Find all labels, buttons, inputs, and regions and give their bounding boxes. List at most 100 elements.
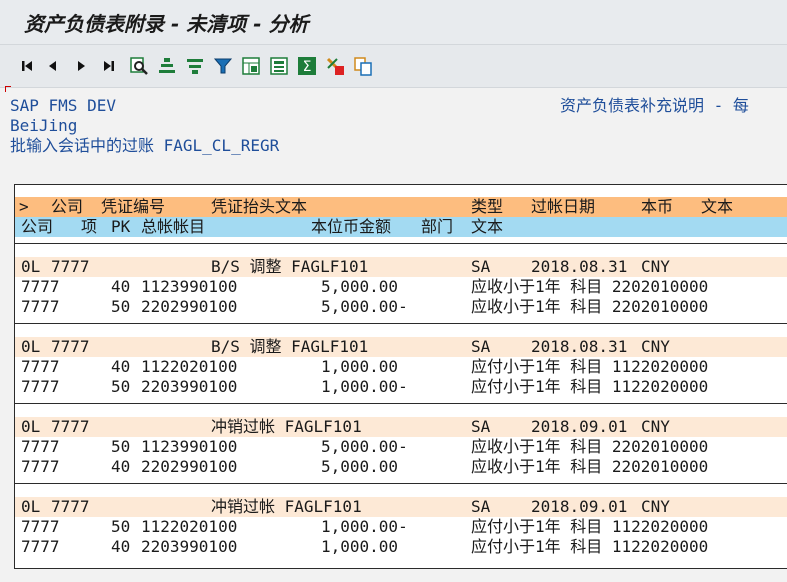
gl-account: 2203990100 [141, 537, 238, 556]
gl-account: 2202990100 [141, 457, 238, 476]
ledger: 0L [21, 497, 41, 516]
last-page-icon [104, 61, 114, 71]
posting-date: 2018.08.31 [531, 257, 628, 276]
currency: CNY [641, 337, 670, 356]
line-company: 7777 [21, 297, 60, 316]
header-text: B/S 调整 FAGLF101 [211, 337, 369, 356]
window-title: 资产负债表附录 - 未清项 - 分析 [24, 12, 309, 36]
sort-ascending-icon [159, 58, 175, 73]
select-layout-button[interactable] [240, 55, 262, 77]
gl-account: 1122020100 [141, 517, 238, 536]
ledger: 0L [21, 417, 41, 436]
ledger: 0L [21, 257, 41, 276]
line-company: 7777 [21, 517, 60, 536]
line-text: 应付小于1年 科目 1122020000 [471, 377, 709, 396]
col-gl-account: 总帐帐目 [141, 217, 206, 236]
corner-marker [5, 86, 11, 92]
last-page-button[interactable] [98, 55, 120, 77]
col-item: 项 [81, 217, 98, 236]
next-page-icon [78, 61, 85, 71]
details-button[interactable] [268, 55, 290, 77]
line-company: 7777 [21, 437, 60, 456]
line-text: 应付小于1年 科目 1122020000 [471, 537, 709, 556]
col-company: 公司 [51, 197, 84, 216]
doc-type: SA [471, 417, 491, 436]
posting-key: 40 [111, 537, 131, 556]
copy-icon [354, 57, 372, 76]
sort-ascending-button[interactable] [156, 55, 178, 77]
first-page-button[interactable] [16, 55, 38, 77]
col-header-text: 凭证抬头文本 [211, 197, 308, 216]
group-header-row[interactable]: 0L 7777 B/S 调整 FAGLF101 SA 2018.08.31 CN… [15, 257, 787, 277]
line-item-row[interactable]: 7777 40 2202990100 5,000.00 应收小于1年 科目 22… [15, 457, 787, 477]
company-code: 7777 [51, 257, 90, 276]
col-text-2: 文本 [471, 217, 504, 236]
line-item-row[interactable]: 7777 50 2202990100 5,000.00- 应收小于1年 科目 2… [15, 297, 787, 317]
posting-key: 50 [111, 437, 131, 456]
previous-page-button[interactable] [42, 55, 64, 77]
line-item-row[interactable]: 7777 40 2203990100 1,000.00 应付小于1年 科目 11… [15, 537, 787, 557]
line-item-row[interactable]: 7777 50 2203990100 1,000.00- 应付小于1年 科目 1… [15, 377, 787, 397]
posting-date: 2018.09.01 [531, 497, 628, 516]
group-header-row[interactable]: 0L 7777 B/S 调整 FAGLF101 SA 2018.08.31 CN… [15, 337, 787, 357]
filter-button[interactable] [212, 55, 234, 77]
toolbar: Σ [0, 44, 787, 88]
currency: CNY [641, 417, 670, 436]
next-page-button[interactable] [70, 55, 92, 77]
sum-icon: Σ [298, 57, 316, 75]
line-item-row[interactable]: 7777 50 1122020100 1,000.00- 应付小于1年 科目 1… [15, 517, 787, 537]
col-currency: 本币 [641, 197, 674, 216]
title-bar: 资产负债表附录 - 未清项 - 分析 [0, 0, 787, 44]
line-item-row[interactable]: 7777 40 1122020100 1,000.00 应付小于1年 科目 11… [15, 357, 787, 377]
currency: CNY [641, 497, 670, 516]
group-header-row[interactable]: 0L 7777 冲销过帐 FAGLF101 SA 2018.09.01 CNY [15, 497, 787, 517]
line-company: 7777 [21, 377, 60, 396]
line-text: 应付小于1年 科目 1122020000 [471, 357, 709, 376]
col-text: 文本 [701, 197, 734, 216]
line-company: 7777 [21, 357, 60, 376]
col-company-2: 公司 [21, 217, 54, 236]
sum-button[interactable]: Σ [296, 55, 318, 77]
doc-type: SA [471, 257, 491, 276]
column-header-row-1: > 公司 凭证编号 凭证抬头文本 类型 过帐日期 本币 文本 [15, 197, 787, 217]
posting-key: 40 [111, 357, 131, 376]
copy-button[interactable] [352, 55, 374, 77]
gl-account: 2203990100 [141, 377, 238, 396]
col-dept: 部门 [421, 217, 454, 236]
gl-account: 1123990100 [141, 277, 238, 296]
separator [15, 403, 787, 404]
line-item-row[interactable]: 7777 40 1123990100 5,000.00 应收小于1年 科目 22… [15, 277, 787, 297]
ledger: 0L [21, 337, 41, 356]
previous-page-icon [49, 61, 56, 71]
city-name: BeiJing [10, 116, 78, 135]
sort-descending-button[interactable] [184, 55, 206, 77]
report-title: 资产负债表补充说明 - 每 [560, 96, 749, 115]
gl-account: 1123990100 [141, 437, 238, 456]
doc-type: SA [471, 497, 491, 516]
posting-date: 2018.08.31 [531, 337, 628, 356]
col-doc-no: 凭证编号 [101, 197, 166, 216]
select-layout-icon [242, 57, 260, 75]
posting-key: 40 [111, 457, 131, 476]
header-arrow: > [19, 197, 29, 216]
find-button[interactable] [128, 55, 150, 77]
export-button[interactable] [324, 55, 346, 77]
col-amount: 本位币金额 [311, 217, 392, 236]
filter-icon [213, 58, 233, 74]
col-type: 类型 [471, 197, 504, 216]
details-icon [270, 57, 288, 75]
line-text: 应收小于1年 科目 2202010000 [471, 297, 709, 316]
first-page-icon [22, 61, 32, 71]
line-item-row[interactable]: 7777 50 1123990100 5,000.00- 应收小于1年 科目 2… [15, 437, 787, 457]
amount: 5,000.00 [321, 277, 399, 296]
col-post-date: 过帐日期 [531, 197, 596, 216]
company-code: 7777 [51, 337, 90, 356]
amount: 5,000.00- [321, 297, 408, 316]
currency: CNY [641, 257, 670, 276]
posting-date: 2018.09.01 [531, 417, 628, 436]
line-text: 应收小于1年 科目 2202010000 [471, 457, 709, 476]
amount: 5,000.00 [321, 457, 399, 476]
amount: 1,000.00- [321, 377, 408, 396]
group-header-row[interactable]: 0L 7777 冲销过帐 FAGLF101 SA 2018.09.01 CNY [15, 417, 787, 437]
posting-key: 50 [111, 517, 131, 536]
